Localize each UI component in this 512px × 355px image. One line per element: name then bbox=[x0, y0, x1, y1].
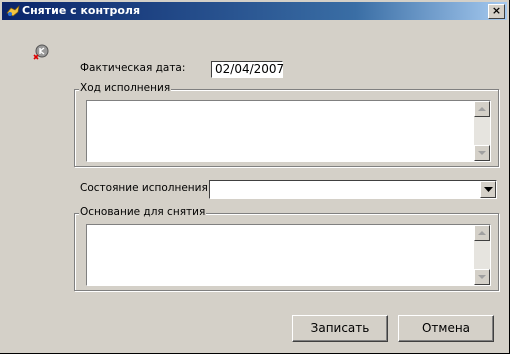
progress-group-label: Ход исполнения bbox=[79, 82, 172, 94]
app-icon bbox=[6, 4, 20, 17]
reason-group-label: Основание для снятия bbox=[79, 206, 207, 218]
title-bar[interactable]: Снятие с контроля × bbox=[2, 2, 507, 20]
actual-date-label: Фактическая дата: bbox=[80, 62, 186, 74]
close-button[interactable]: × bbox=[488, 4, 505, 19]
status-label: Состояние исполнения: bbox=[80, 182, 212, 194]
arrow-up-icon bbox=[478, 107, 486, 111]
status-select[interactable] bbox=[209, 180, 497, 199]
scroll-up-button[interactable] bbox=[474, 101, 490, 117]
scroll-down-button[interactable] bbox=[474, 269, 490, 285]
reason-group: Основание для снятия bbox=[74, 206, 499, 291]
arrow-down-icon bbox=[478, 151, 486, 155]
cancel-button[interactable]: Отмена bbox=[398, 315, 494, 342]
dialog-window: Снятие с контроля × Фактическая дата: 02… bbox=[0, 0, 510, 354]
arrow-up-icon bbox=[478, 231, 486, 235]
actual-date-field[interactable]: 02/04/2007 bbox=[211, 61, 284, 78]
scroll-down-button[interactable] bbox=[474, 145, 490, 161]
status-dropdown-button[interactable] bbox=[480, 181, 496, 198]
reason-scrollbar[interactable] bbox=[474, 225, 490, 285]
save-button[interactable]: Записать bbox=[292, 315, 388, 342]
progress-scrollbar[interactable] bbox=[474, 101, 490, 161]
progress-textarea[interactable] bbox=[86, 100, 491, 162]
reason-textarea[interactable] bbox=[86, 224, 491, 286]
window-title: Снятие с контроля bbox=[22, 4, 141, 17]
remove-control-icon bbox=[33, 44, 49, 60]
scroll-up-button[interactable] bbox=[474, 225, 490, 241]
close-icon: × bbox=[491, 4, 502, 17]
progress-group: Ход исполнения bbox=[74, 82, 499, 167]
chevron-down-icon bbox=[484, 187, 493, 192]
arrow-down-icon bbox=[478, 275, 486, 279]
